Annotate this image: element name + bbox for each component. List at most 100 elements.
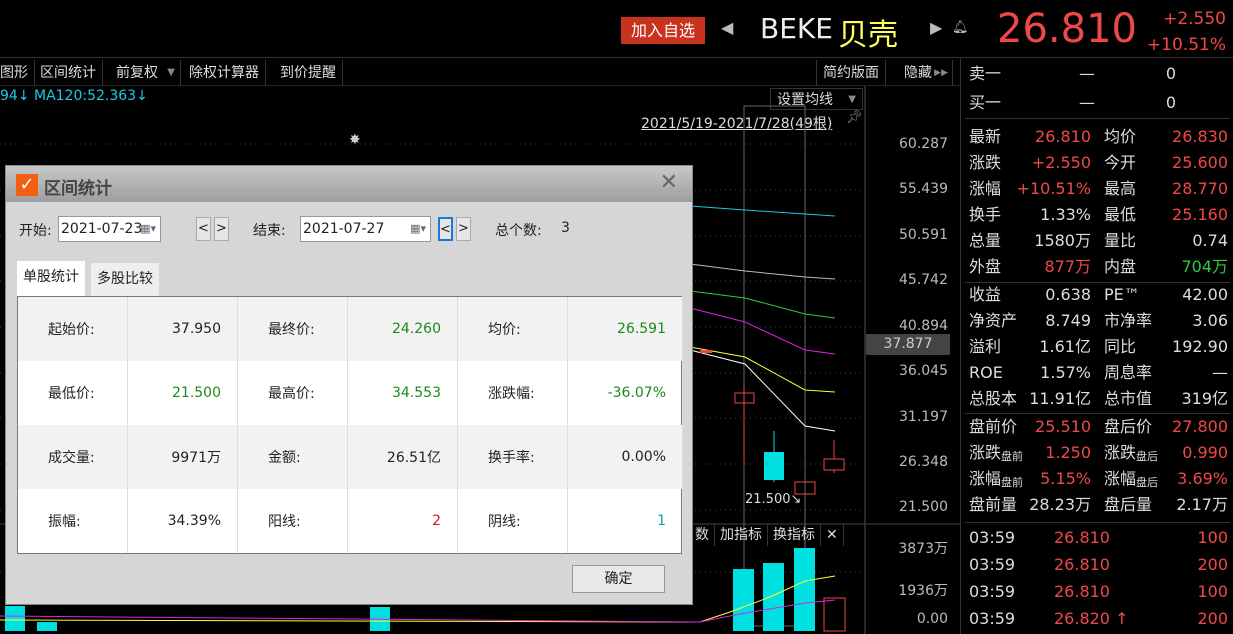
toolbar-adjust[interactable]: 前复权 ▼ [110, 60, 181, 86]
toolbar-range-stats[interactable]: 区间统计 [34, 60, 103, 86]
toolbar-ex-rights-calc[interactable]: 除权计算器 [183, 60, 266, 86]
start-next-button[interactable]: > [214, 217, 229, 241]
tab-single-stock[interactable]: 单股统计 [17, 261, 85, 296]
quote-label: 盘前量 [969, 495, 1018, 514]
stat-label: 最终价: [238, 297, 348, 361]
quote-label: 涨幅 [969, 469, 1002, 488]
trade-volume: 200 [1197, 609, 1228, 628]
trade-row: 03:59 26.810 200 [961, 552, 1233, 578]
quote-label: 总市值 [1104, 389, 1153, 408]
adjust-label: 前复权 [116, 65, 158, 81]
vol-tick: 3873万 [898, 541, 948, 557]
quote-row: 盘前量 28.23万 盘后量 2.17万 [961, 492, 1233, 518]
y-tick: 36.045 [899, 363, 948, 379]
quote-label: 换手 [969, 205, 1002, 224]
quote-value: 0.74 [1192, 231, 1228, 250]
toolbar-simple-layout[interactable]: 简约版面 [816, 60, 886, 86]
trade-price: 26.810 [1054, 555, 1110, 574]
trade-row: 03:59 26.810 100 [961, 579, 1233, 605]
quote-label: 均价 [1104, 127, 1137, 146]
quote-value: 27.800 [1172, 417, 1228, 436]
toolbar-price-alert[interactable]: 到价提醒 [274, 60, 343, 86]
stat-value: 1 [568, 489, 683, 553]
quote-label: 涨跌 [969, 153, 1002, 172]
end-next-button[interactable]: > [456, 217, 471, 241]
quote-value: 1.33% [1040, 205, 1091, 224]
quote-row: 涨幅 +10.51% 最高 28.770 [961, 176, 1233, 202]
stat-label: 振幅: [18, 489, 128, 553]
quote-row: 收益 0.638 PE™ 42.00 [961, 282, 1233, 308]
stat-value: 26.51亿 [348, 425, 458, 489]
vol-tick: 1936万 [898, 583, 948, 599]
quote-label: 溢利 [969, 337, 1002, 356]
quote-label: 涨幅 [1104, 469, 1137, 488]
quote-value: 0.990 [1182, 443, 1228, 462]
quote-value: +10.51% [1016, 179, 1091, 198]
quote-value: 25.160 [1172, 205, 1228, 224]
y-tick: 50.591 [899, 227, 948, 243]
checkmark-icon: ✓ [16, 174, 38, 196]
quote-value: 28.23万 [1029, 495, 1091, 514]
end-date-value: 2021-07-27 [303, 221, 385, 237]
book-row: 买一 — 0 [961, 90, 1233, 116]
quote-label: 最高 [1104, 179, 1137, 198]
trade-time: 03:59 [969, 609, 1016, 628]
quote-label: 涨跌 [969, 443, 1002, 462]
stat-label: 金额: [238, 425, 348, 489]
quote-row: 最新 26.810 均价 26.830 [961, 124, 1233, 150]
start-label: 开始: [19, 223, 52, 239]
quote-value: 1.61亿 [1039, 337, 1091, 356]
start-date-value: 2021-07-23 [61, 221, 143, 237]
marker-icon: ✸ [349, 132, 361, 148]
start-date-input[interactable]: 2021-07-23 ▦▾ [58, 216, 161, 242]
quote-row: 总量 1580万 量比 0.74 [961, 228, 1233, 254]
book-volume: 0 [1165, 64, 1176, 83]
expand-icon: ▶▶ [934, 68, 948, 78]
quote-value: 704万 [1181, 257, 1228, 276]
end-date-input[interactable]: 2021-07-27 ▦▾ [300, 216, 431, 242]
last-price: 26.810 [997, 6, 1137, 52]
trade-time: 03:59 [969, 582, 1016, 601]
quote-value: 2.17万 [1176, 495, 1228, 514]
trade-price: 26.820 ↑ [1054, 609, 1129, 628]
stat-label: 均价: [458, 297, 568, 361]
dialog-title: 区间统计 [44, 179, 112, 199]
close-icon[interactable]: ✕ [660, 170, 678, 195]
calendar-icon[interactable]: ▦▾ [410, 217, 426, 241]
quote-label: 最新 [969, 127, 1002, 146]
ok-button[interactable]: 确定 [572, 565, 665, 593]
y-tick: 60.287 [899, 136, 948, 152]
stat-value: 26.591 [568, 297, 683, 361]
indicator-params-button[interactable]: 数 [690, 524, 715, 546]
prev-stock-icon[interactable]: ◀ [721, 18, 733, 37]
tab-multi-compare[interactable]: 多股比较 [91, 263, 159, 296]
toolbar-hide[interactable]: 隐藏 ▶▶ [898, 60, 953, 86]
hide-label: 隐藏 [904, 65, 932, 81]
ma-line-cyan [689, 205, 836, 217]
next-stock-icon[interactable]: ▶ [930, 18, 942, 37]
quote-value: 25.600 [1172, 153, 1228, 172]
current-price-tag: 37.877 [866, 334, 950, 355]
quote-value: 5.15% [1040, 469, 1091, 488]
quote-label: 周息率 [1104, 363, 1153, 382]
change-value: +2.550 [1163, 9, 1226, 29]
calendar-icon[interactable]: ▦▾ [140, 217, 156, 241]
chart-toolbar: 图形 区间统计 前复权 ▼ 除权计算器 到价提醒 简约版面 隐藏 ▶▶ [0, 60, 960, 86]
quote-row: 总股本 11.91亿 总市值 319亿 [961, 386, 1233, 412]
toolbar-graph[interactable]: 图形 [0, 60, 35, 86]
bell-icon[interactable]: 🔔︎ [952, 20, 969, 35]
stat-value: 37.950 [128, 297, 238, 361]
quote-row: ROE 1.57% 周息率 — [961, 360, 1233, 386]
book-price: — [1079, 64, 1095, 83]
quote-row: 盘前价 25.510 盘后价 27.800 [961, 414, 1233, 440]
quote-label: 收益 [969, 285, 1002, 304]
close-indicator-icon[interactable]: ✕ [821, 524, 844, 546]
quote-value: 319亿 [1181, 389, 1228, 408]
add-watchlist-button[interactable]: 加入自选 [621, 17, 705, 44]
book-price: — [1079, 93, 1095, 112]
switch-indicator-button[interactable]: 换指标 [768, 524, 821, 546]
add-indicator-button[interactable]: 加指标 [715, 524, 768, 546]
end-prev-button[interactable]: < [438, 217, 453, 241]
start-prev-button[interactable]: < [196, 217, 211, 241]
stat-value: 21.500 [128, 361, 238, 425]
